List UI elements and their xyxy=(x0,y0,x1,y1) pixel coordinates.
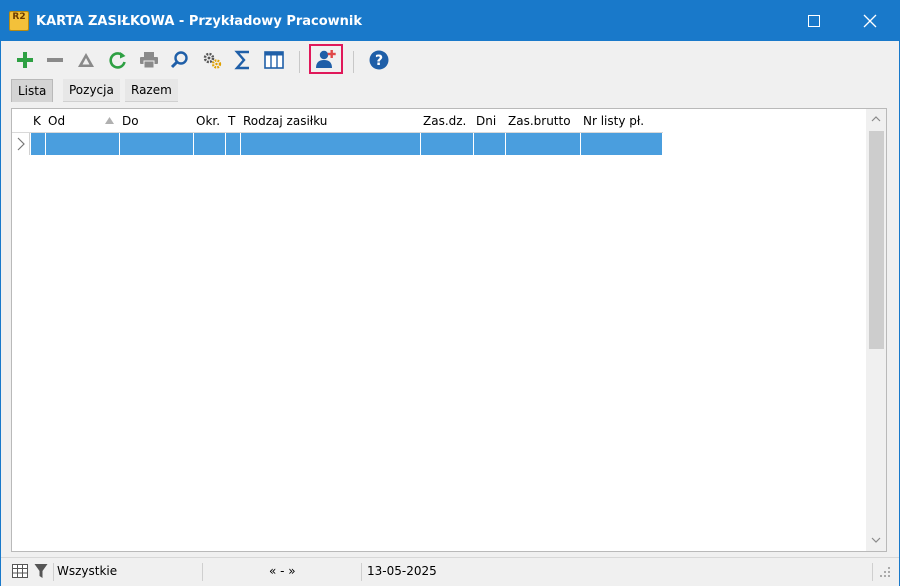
table-cell[interactable] xyxy=(506,133,581,155)
search-icon xyxy=(170,51,188,69)
settings-gears-icon xyxy=(203,52,222,69)
table-cell[interactable] xyxy=(581,133,663,155)
grid-header: K Od Do Okr. T Rodzaj zasiłku Zas.dz. Dn… xyxy=(12,109,663,133)
vertical-scrollbar[interactable] xyxy=(866,109,886,551)
edit-button[interactable] xyxy=(74,48,98,72)
toolbar: ? xyxy=(1,42,899,78)
table-cell[interactable] xyxy=(31,133,46,155)
table-row[interactable] xyxy=(12,133,663,155)
sum-sigma-icon xyxy=(234,50,249,70)
help-button[interactable]: ? xyxy=(367,48,391,72)
settings-button[interactable] xyxy=(200,48,224,72)
add-employee-button[interactable] xyxy=(309,44,343,74)
table-cell[interactable] xyxy=(194,133,226,155)
column-header-okr[interactable]: Okr. xyxy=(194,109,226,132)
maximize-button[interactable] xyxy=(791,1,837,41)
refresh-button[interactable] xyxy=(106,48,130,72)
column-header-zas-brutto[interactable]: Zas.brutto xyxy=(506,109,581,132)
tab-strip: Lista Pozycja Razem xyxy=(1,79,899,103)
scroll-down-icon[interactable] xyxy=(871,537,881,543)
app-window: R2 KARTA ZASIŁKOWA - Przykładowy Pracown… xyxy=(0,0,900,586)
sum-button[interactable] xyxy=(231,48,255,72)
chevron-right-icon xyxy=(17,137,25,151)
column-header-dni[interactable]: Dni xyxy=(474,109,506,132)
search-button[interactable] xyxy=(168,48,192,72)
scrollbar-thumb[interactable] xyxy=(869,131,884,349)
filter-icon[interactable] xyxy=(34,563,48,579)
toolbar-separator xyxy=(353,51,354,73)
record-navigation[interactable]: « - » xyxy=(269,564,296,578)
table-cell[interactable] xyxy=(120,133,194,155)
window-title: KARTA ZASIŁKOWA - Przykładowy Pracownik xyxy=(36,14,363,29)
svg-text:?: ? xyxy=(375,53,383,69)
minus-icon xyxy=(47,58,63,62)
tab-lista[interactable]: Lista xyxy=(11,79,54,102)
status-bar: Wszystkie « - » 13-05-2025 xyxy=(1,557,899,586)
maximize-icon xyxy=(808,15,820,27)
table-view-icon[interactable] xyxy=(12,564,28,578)
print-icon xyxy=(140,52,158,69)
close-icon xyxy=(863,14,877,28)
column-header-nr-listy[interactable]: Nr listy pł. xyxy=(581,109,663,132)
sort-ascending-icon xyxy=(105,117,114,124)
row-indicator xyxy=(12,133,30,155)
status-separator xyxy=(361,563,362,581)
table-cell[interactable] xyxy=(474,133,506,155)
app-logo-icon: R2 xyxy=(9,11,29,31)
remove-button[interactable] xyxy=(43,48,67,72)
data-grid[interactable]: K Od Do Okr. T Rodzaj zasiłku Zas.dz. Dn… xyxy=(11,108,887,552)
table-cell[interactable] xyxy=(241,133,421,155)
help-icon: ? xyxy=(369,50,389,70)
resize-grip-icon[interactable] xyxy=(879,566,891,578)
column-header-k[interactable]: K xyxy=(31,109,46,132)
column-header-t[interactable]: T xyxy=(226,109,241,132)
table-cell[interactable] xyxy=(421,133,474,155)
title-bar: R2 KARTA ZASIŁKOWA - Przykładowy Pracown… xyxy=(1,1,899,41)
warning-triangle-icon xyxy=(78,53,94,67)
print-button[interactable] xyxy=(137,48,161,72)
refresh-icon xyxy=(109,52,126,69)
column-header-zas-dz[interactable]: Zas.dz. xyxy=(421,109,474,132)
add-employee-icon xyxy=(316,50,336,68)
table-cell[interactable] xyxy=(226,133,241,155)
plus-icon xyxy=(17,52,33,68)
column-header-rodzaj-zasilku[interactable]: Rodzaj zasiłku xyxy=(241,109,421,132)
status-separator xyxy=(53,563,54,581)
tab-razem[interactable]: Razem xyxy=(125,79,178,102)
status-date: 13-05-2025 xyxy=(367,564,437,578)
column-header-do[interactable]: Do xyxy=(120,109,194,132)
tab-pozycja[interactable]: Pozycja xyxy=(63,79,120,102)
scroll-up-icon[interactable] xyxy=(871,116,881,122)
add-button[interactable] xyxy=(13,48,37,72)
toolbar-separator xyxy=(299,51,300,73)
close-button[interactable] xyxy=(847,1,893,41)
columns-button[interactable] xyxy=(262,48,286,72)
status-separator xyxy=(202,563,203,581)
table-cell[interactable] xyxy=(46,133,120,155)
filter-label[interactable]: Wszystkie xyxy=(57,564,117,578)
columns-icon xyxy=(264,51,284,69)
status-separator xyxy=(872,563,873,581)
